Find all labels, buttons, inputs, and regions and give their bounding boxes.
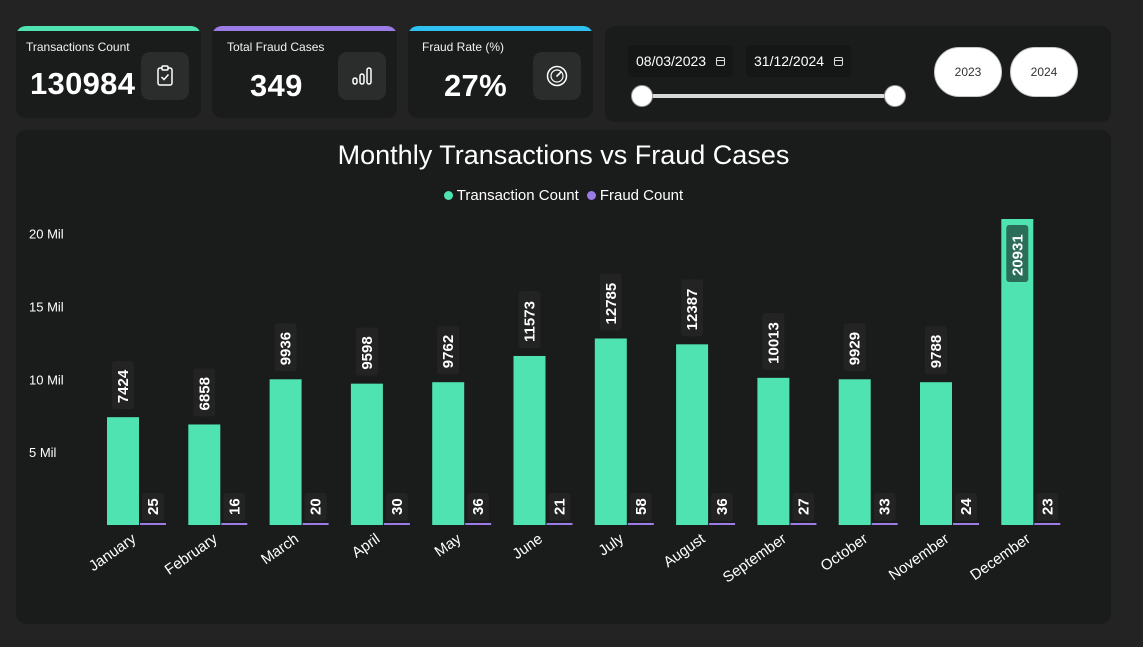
clipboard-check-icon bbox=[141, 52, 189, 100]
legend-dot-fraud bbox=[586, 191, 596, 200]
kpi-value: 27% bbox=[444, 68, 507, 103]
kpi-card-fraud-cases: Total Fraud Cases 349 bbox=[212, 26, 397, 118]
bar-chart-icon bbox=[338, 52, 386, 100]
kpi-value: 130984 bbox=[30, 66, 136, 101]
chart-card bbox=[16, 130, 1111, 624]
kpi-label: Transactions Count bbox=[26, 40, 130, 54]
date-range-end-handle[interactable] bbox=[884, 85, 906, 107]
chart-legend: Transaction Count Fraud Count bbox=[16, 187, 1111, 204]
end-date-field[interactable]: 31/12/2024 bbox=[746, 45, 852, 77]
kpi-card-fraud-rate: Fraud Rate (%) 27% bbox=[408, 26, 593, 118]
kpi-accent-bar bbox=[16, 26, 201, 31]
legend-item-fraud[interactable]: Fraud Count bbox=[586, 187, 684, 204]
calendar-icon[interactable] bbox=[834, 56, 844, 66]
start-date-field[interactable]: 08/03/2023 bbox=[628, 45, 734, 77]
calendar-icon[interactable] bbox=[716, 56, 726, 66]
end-date-value: 31/12/2024 bbox=[754, 53, 825, 69]
date-range-slider-track[interactable] bbox=[642, 94, 895, 98]
kpi-label: Fraud Rate (%) bbox=[422, 40, 505, 54]
kpi-card-transactions: Transactions Count 130984 bbox=[16, 26, 201, 118]
kpi-accent-bar bbox=[212, 26, 397, 31]
legend-label-fraud: Fraud Count bbox=[599, 187, 684, 204]
legend-label-transaction: Transaction Count bbox=[456, 187, 579, 204]
start-date-value: 08/03/2023 bbox=[636, 53, 707, 69]
speedometer-icon bbox=[533, 52, 581, 100]
kpi-value: 349 bbox=[250, 68, 303, 103]
kpi-label: Total Fraud Cases bbox=[227, 40, 325, 54]
legend-dot-transaction bbox=[443, 191, 453, 200]
legend-item-transaction[interactable]: Transaction Count bbox=[443, 187, 579, 204]
year-button-2023[interactable]: 2023 bbox=[934, 47, 1002, 97]
kpi-accent-bar bbox=[408, 26, 593, 31]
year-button-2024[interactable]: 2024 bbox=[1010, 47, 1078, 97]
date-range-start-handle[interactable] bbox=[631, 85, 653, 107]
chart-title: Monthly Transactions vs Fraud Cases bbox=[337, 140, 790, 170]
